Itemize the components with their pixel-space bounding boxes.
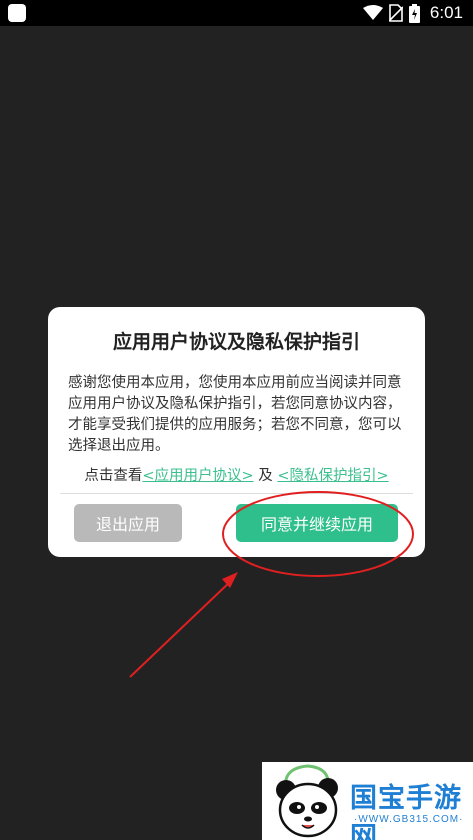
wifi-icon — [362, 5, 383, 20]
links-joiner: 及 — [258, 468, 273, 484]
annotation-arrow-line — [129, 579, 233, 678]
links-prefix: 点击查看 — [84, 468, 143, 484]
privacy-dialog: 应用用户协议及隐私保护指引 感谢您使用本应用，您使用本应用前应当阅读并同意应用用… — [48, 307, 425, 557]
status-icons: 6:01 — [362, 3, 463, 23]
status-bar: 6:01 — [0, 0, 473, 26]
dialog-title: 应用用户协议及隐私保护指引 — [112, 331, 360, 353]
dialog-divider — [60, 493, 413, 494]
agree-continue-button[interactable]: 同意并继续应用 — [236, 504, 398, 542]
screen: 6:01 应用用户协议及隐私保护指引 感谢您使用本应用，您使用本应用前应当阅读并… — [0, 0, 473, 840]
site-watermark: 国宝手游网 ·WWW.GB315.COM· — [262, 762, 473, 840]
annotation-arrowhead — [222, 572, 238, 588]
dialog-body-text: 感谢您使用本应用，您使用本应用前应当阅读并同意应用用户协议及隐私保护指引，若您同… — [68, 375, 402, 454]
user-agreement-link[interactable]: <应用用户协议> — [142, 468, 253, 484]
panda-logo-icon — [276, 764, 338, 838]
clock-time: 6:01 — [429, 3, 463, 22]
app-icon — [8, 4, 26, 22]
battery-icon — [408, 3, 420, 23]
no-sim-icon — [388, 4, 403, 22]
exit-app-button[interactable]: 退出应用 — [74, 504, 182, 542]
dialog-links-row: 点击查看<应用用户协议> 及 <隐私保护指引> — [48, 464, 425, 485]
watermark-url: ·WWW.GB315.COM· — [354, 814, 464, 825]
privacy-policy-link[interactable]: <隐私保护指引> — [277, 468, 388, 484]
watermark-brand: 国宝手游网 — [350, 783, 462, 840]
